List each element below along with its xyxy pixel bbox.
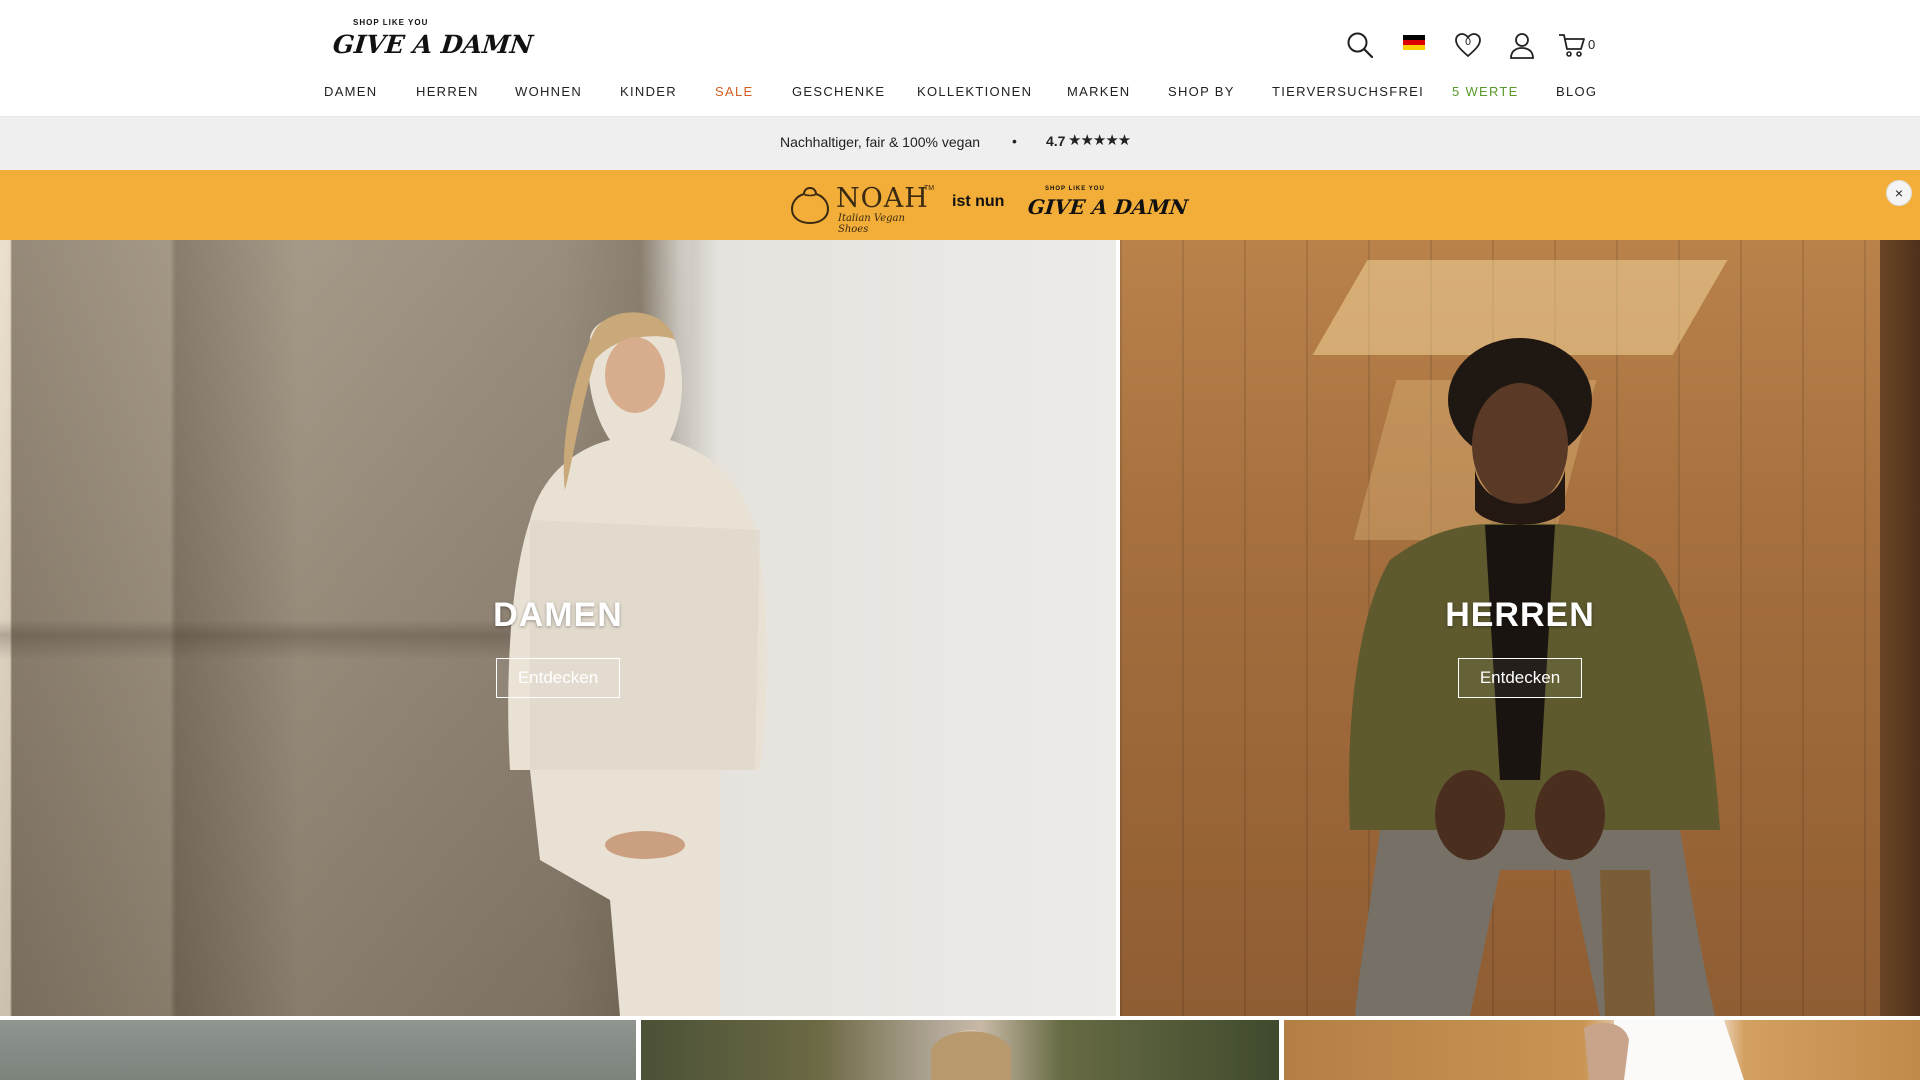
user-icon[interactable] <box>1507 28 1537 62</box>
nav-item-wohnen[interactable]: WOHNEN <box>515 84 582 99</box>
hero-herren[interactable]: HERREN Entdecken <box>1120 240 1920 1016</box>
hero-damen[interactable]: DAMEN Entdecken <box>0 240 1116 1016</box>
nav-item-shop-by[interactable]: SHOP BY <box>1168 84 1235 99</box>
cart-icon[interactable] <box>1557 28 1587 62</box>
rating-stars[interactable]: ★★★★★ <box>1068 131 1131 149</box>
promo-gad-logo: SHOP LIKE YOU GIVE A DAMN <box>1027 186 1189 226</box>
noah-bulb-icon <box>790 186 830 225</box>
nav-item-damen[interactable]: DAMEN <box>324 84 377 99</box>
noah-logo: NOAH TM Italian Vegan Shoes <box>788 181 935 235</box>
nav-item-5-werte[interactable]: 5 WERTE <box>1452 84 1519 99</box>
hero-title-damen: DAMEN <box>493 596 623 634</box>
flag-stripe-gold <box>1403 45 1425 50</box>
noah-subtitle: Italian Vegan Shoes <box>838 213 905 235</box>
nav-item-sale[interactable]: SALE <box>715 84 753 99</box>
site-header: SHOP LIKE YOU GIVE A DAMN 0 0 DAMEN HERR… <box>0 0 1920 117</box>
category-tile-2[interactable] <box>641 1020 1279 1080</box>
nav-item-blog[interactable]: BLOG <box>1556 84 1597 99</box>
nav-item-tierversuchsfrei[interactable]: TIERVERSUCHSFREI <box>1272 84 1424 99</box>
promo-logo-tagline: SHOP LIKE YOU <box>1045 186 1105 192</box>
wishlist-count: 0 <box>1464 37 1472 48</box>
category-tile-1[interactable] <box>0 1020 636 1080</box>
germany-flag-icon[interactable] <box>1403 35 1425 50</box>
nav-item-herren[interactable]: HERREN <box>416 84 479 99</box>
logo-wordmark: GIVE A DAMN <box>331 30 535 59</box>
cart-count: 0 <box>1588 37 1596 52</box>
heart-icon[interactable]: 0 <box>1453 28 1483 62</box>
rating-value[interactable]: 4.7 <box>1046 133 1065 149</box>
usp-claim: Nachhaltiger, fair & 100% vegan <box>780 134 981 150</box>
nav-item-geschenke[interactable]: GESCHENKE <box>792 84 885 99</box>
nav-item-kinder[interactable]: KINDER <box>620 84 677 99</box>
category-tile-3[interactable] <box>1284 1020 1920 1080</box>
door-frame <box>1880 240 1920 1016</box>
usp-separator: • <box>1012 133 1017 149</box>
tile-3-photo <box>1584 1020 1744 1080</box>
tile-2-photo <box>931 1030 1011 1080</box>
hero-title-herren: HERREN <box>1445 596 1595 634</box>
noah-name: NOAH <box>836 183 929 214</box>
promo-logo-wordmark: GIVE A DAMN <box>1026 195 1190 219</box>
usp-bar: Nachhaltiger, fair & 100% vegan • 4.7 ★★… <box>0 117 1920 170</box>
discover-damen-button[interactable]: Entdecken <box>496 658 620 698</box>
search-icon[interactable] <box>1345 28 1375 62</box>
noah-tm: TM <box>924 185 935 192</box>
nav-item-kollektionen[interactable]: KOLLEKTIONEN <box>917 84 1032 99</box>
discover-herren-button[interactable]: Entdecken <box>1458 658 1582 698</box>
main-nav: DAMEN HERREN WOHNEN KINDER SALE GESCHENK… <box>0 84 1920 102</box>
close-icon[interactable]: × <box>1886 180 1912 206</box>
promo-banner[interactable]: NOAH TM Italian Vegan Shoes ist nun SHOP… <box>0 170 1920 240</box>
promo-text: ist nun <box>952 193 1005 210</box>
site-logo[interactable]: SHOP LIKE YOU GIVE A DAMN <box>331 18 534 64</box>
logo-tagline: SHOP LIKE YOU <box>353 18 429 27</box>
nav-item-marken[interactable]: MARKEN <box>1067 84 1130 99</box>
